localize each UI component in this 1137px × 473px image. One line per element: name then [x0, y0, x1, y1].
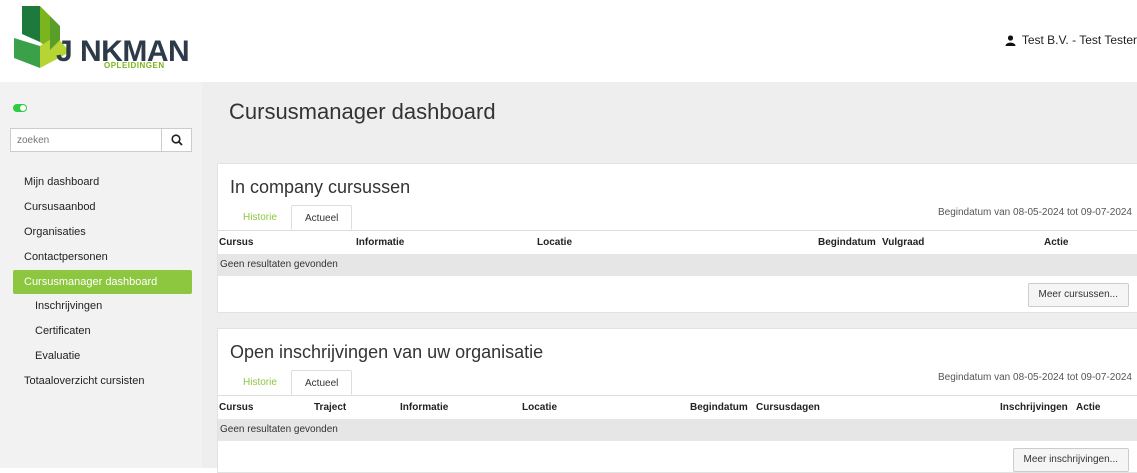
panel-title: In company cursussen — [230, 177, 411, 197]
column-header-actie[interactable]: Actie — [1044, 237, 1068, 248]
column-header-actie[interactable]: Actie — [1076, 402, 1100, 413]
column-header-cursus[interactable]: Cursus — [219, 237, 253, 248]
sidebar-item-cursusaanbod[interactable]: Cursusaanbod — [0, 195, 202, 220]
sidebar-nav: Mijn dashboard Cursusaanbod Organisaties… — [0, 170, 202, 394]
table-header: Cursus Informatie Locatie Begindatum Vul… — [218, 230, 1137, 254]
table-header: Cursus Traject Informatie Locatie Begind… — [218, 395, 1137, 419]
tab-historie[interactable]: Historie — [230, 205, 290, 230]
column-header-cursusdagen[interactable]: Cursusdagen — [756, 402, 820, 413]
sidebar-item-cursusmanager-dashboard[interactable]: Cursusmanager dashboard — [13, 270, 192, 294]
column-header-inschrijvingen[interactable]: Inschrijvingen — [1000, 402, 1068, 413]
sidebar: Mijn dashboard Cursusaanbod Organisaties… — [0, 82, 202, 468]
column-header-informatie[interactable]: Informatie — [400, 402, 448, 413]
sidebar-item-certificaten[interactable]: Certificaten — [0, 319, 202, 344]
column-header-locatie[interactable]: Locatie — [537, 237, 572, 248]
tab-actueel[interactable]: Actueel — [291, 370, 353, 395]
sidebar-item-evaluatie[interactable]: Evaluatie — [0, 344, 202, 369]
sidebar-item-contactpersonen[interactable]: Contactpersonen — [0, 245, 202, 270]
user-menu[interactable]: Test B.V. - Test Tester — [1005, 33, 1137, 49]
page-title: Cursusmanager dashboard — [229, 99, 496, 124]
column-header-traject[interactable]: Traject — [314, 402, 346, 413]
search-box — [10, 128, 192, 152]
empty-results-row: Geen resultaten gevonden — [218, 419, 1137, 441]
meer-inschrijvingen-button[interactable]: Meer inschrijvingen... — [1012, 448, 1129, 472]
sidebar-item-organisaties[interactable]: Organisaties — [0, 220, 202, 245]
in-company-panel: In company cursussen Historie Actueel Be… — [217, 163, 1137, 313]
user-icon — [1005, 35, 1016, 49]
search-input[interactable] — [11, 129, 161, 151]
empty-results-row: Geen resultaten gevonden — [218, 254, 1137, 276]
search-icon — [170, 134, 183, 146]
column-header-locatie[interactable]: Locatie — [522, 402, 557, 413]
header: J NKMAN OPLEIDINGEN Test B.V. - Test Tes… — [0, 0, 1137, 82]
jonkman-logo[interactable]: J NKMAN OPLEIDINGEN — [14, 6, 194, 70]
main-content: Cursusmanager dashboard In company cursu… — [202, 82, 1137, 473]
date-range: Begindatum van 08-05-2024 tot 09-07-2024 — [937, 372, 1132, 383]
column-header-begindatum[interactable]: Begindatum — [818, 237, 876, 248]
column-header-begindatum[interactable]: Begindatum — [690, 402, 748, 413]
panel-title: Open inschrijvingen van uw organisatie — [230, 342, 544, 362]
column-header-informatie[interactable]: Informatie — [356, 237, 404, 248]
logo-subtitle: OPLEIDINGEN — [104, 61, 165, 70]
meer-cursussen-button[interactable]: Meer cursussen... — [1027, 283, 1129, 307]
sidebar-toggle[interactable] — [13, 104, 27, 112]
open-inschrijvingen-panel: Open inschrijvingen van uw organisatie H… — [217, 328, 1137, 473]
column-header-vulgraad[interactable]: Vulgraad — [882, 237, 924, 248]
tab-historie[interactable]: Historie — [230, 370, 290, 395]
user-name: Test B.V. - Test Tester — [1021, 33, 1137, 47]
search-button[interactable] — [161, 129, 191, 151]
sidebar-item-mijn-dashboard[interactable]: Mijn dashboard — [0, 170, 202, 195]
date-range: Begindatum van 08-05-2024 tot 09-07-2024 — [937, 207, 1132, 218]
sidebar-item-inschrijvingen[interactable]: Inschrijvingen — [0, 294, 202, 319]
column-header-cursus[interactable]: Cursus — [219, 402, 253, 413]
tab-actueel[interactable]: Actueel — [291, 205, 353, 230]
sidebar-item-totaaloverzicht-cursisten[interactable]: Totaaloverzicht cursisten — [0, 369, 202, 394]
